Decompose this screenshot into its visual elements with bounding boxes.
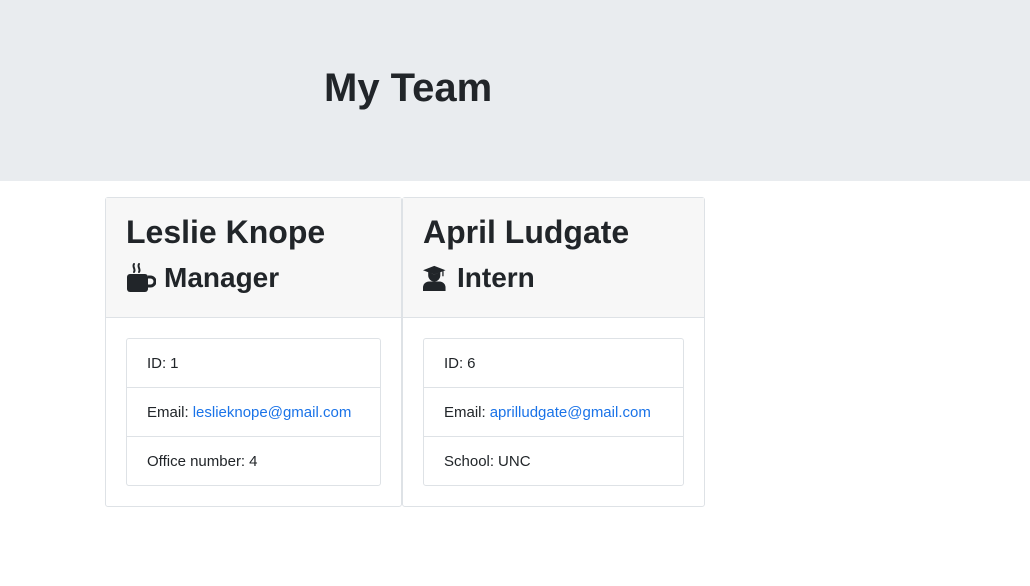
email-link[interactable]: aprilludgate@gmail.com [490,404,651,421]
id-label: ID: [147,354,167,372]
employee-details-list: ID: 6 Email: aprilludgate@gmail.com Scho… [423,338,684,486]
id-value: 6 [467,354,476,372]
card-header: Leslie Knope Manager [106,198,401,318]
employee-card-manager: Leslie Knope Manager ID: 1 Email: leslie… [105,197,402,507]
school-row: School: UNC [424,437,683,485]
role-label: Manager [164,262,280,293]
card-header: April Ludgate Intern [403,198,704,318]
email-link[interactable]: leslieknope@gmail.com [193,404,352,421]
id-label: ID: [444,354,464,372]
id-value: 1 [170,354,179,372]
employee-email-row: Email: aprilludgate@gmail.com [424,388,683,437]
graduate-icon [423,265,446,291]
employee-role: Manager [126,260,279,296]
employee-name: Leslie Knope [126,214,326,250]
school-value: UNC [498,452,531,470]
employee-details-list: ID: 1 Email: leslieknope@gmail.com Offic… [126,338,381,486]
employee-id-row: ID: 6 [424,339,683,388]
employee-email-row: Email: leslieknope@gmail.com [127,388,380,437]
employee-id-row: ID: 1 [127,339,380,388]
employee-card-intern: April Ludgate Intern ID: 6 Email: aprill… [402,197,705,507]
card-body: ID: 6 Email: aprilludgate@gmail.com Scho… [423,338,684,486]
role-label: Intern [457,262,535,293]
email-label: Email: [147,403,189,421]
office-number-row: Office number: 4 [127,437,380,485]
school-label: School: [444,452,495,470]
email-label: Email: [444,403,486,421]
office-number-label: Office number: [147,452,246,470]
office-number-value: 4 [249,452,258,470]
employee-role: Intern [423,260,535,296]
employee-name: April Ludgate [423,214,630,250]
page-title: My Team [324,66,493,110]
coffee-mug-icon [127,263,156,292]
page-header: My Team [0,0,1030,181]
card-body: ID: 1 Email: leslieknope@gmail.com Offic… [126,338,381,486]
